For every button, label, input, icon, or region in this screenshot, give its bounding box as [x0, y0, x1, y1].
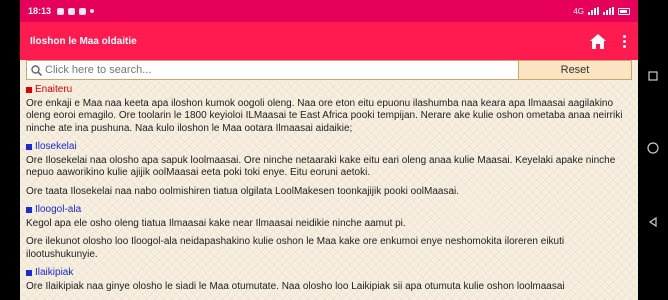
home-icon — [590, 33, 606, 49]
search-input[interactable] — [42, 64, 518, 76]
search-bar: Reset — [26, 60, 632, 80]
section-paragraph: Kegol apa ele osho oleng tiatua Ilmaasai… — [26, 217, 406, 229]
nav-icons — [638, 0, 668, 300]
content-section: Ilosekelai Ore Ilosekelai naa olosho apa … — [26, 141, 628, 198]
more-vert-icon — [622, 34, 626, 38]
app-title: Iloshon le Maa oldaitie — [30, 35, 137, 47]
sections-list: Enaiteru Ore enkaji e Maa naa keeta apa i… — [26, 84, 628, 293]
section-heading-text: Iloogol-ala — [35, 204, 82, 215]
content-section: Iloogol-ala Kegol apa ele osho oleng tiat… — [26, 204, 628, 261]
home-nav-button[interactable] — [647, 141, 659, 159]
back-button[interactable] — [648, 214, 658, 232]
search-field-wrap — [27, 61, 519, 79]
section-paragraph: Ore taata Ilosekelai naa nabo oolmishire… — [26, 185, 460, 197]
search-icon — [31, 64, 42, 76]
notification-icon — [68, 7, 76, 15]
app-screen: 18:13 4G Iloshon le Maa oldaitie Click h… — [20, 0, 638, 300]
left-bezel — [0, 0, 20, 300]
network-type: 4G — [573, 6, 584, 16]
status-time: 18:13 — [28, 6, 52, 16]
back-icon — [648, 217, 657, 228]
bullet-square-icon — [26, 270, 32, 277]
article-content[interactable]: Enaiteru Ore enkaji e Maa naa keeta apa i… — [20, 82, 638, 300]
device-frame: 18:13 4G Iloshon le Maa oldaitie Click h… — [0, 0, 668, 300]
section-heading: Enaiteru — [26, 84, 628, 97]
section-heading: Ilosekelai — [26, 141, 628, 154]
notification-icon — [57, 7, 65, 15]
notification-icons — [57, 7, 95, 15]
status-bar: 18:13 4G — [20, 0, 638, 22]
app-bar: Iloshon le Maa oldaitie — [20, 22, 638, 60]
bullet-square-icon — [26, 207, 32, 214]
content-section: Enaiteru Ore enkaji e Maa naa keeta apa i… — [26, 84, 628, 135]
navigation-bar — [638, 0, 668, 300]
battery-icon — [618, 7, 630, 15]
section-paragraph: Ore ilekunot olosho loo Iloogol-ala neid… — [26, 236, 565, 260]
section-heading: Iloogol-ala — [26, 204, 628, 217]
signal-icon — [588, 7, 599, 15]
recents-icon — [648, 71, 658, 81]
notification-dot-icon — [90, 9, 95, 13]
app-bar-actions — [590, 33, 628, 49]
section-heading: Ilaikipiak — [26, 267, 628, 280]
content-section: Ilaikipiak Ore Ilaikipiak naa ginye olosh… — [26, 267, 628, 293]
bullet-square-icon — [26, 144, 32, 151]
section-heading-text: Ilaikipiak — [35, 267, 74, 278]
recents-button[interactable] — [648, 68, 658, 86]
home-nav-icon — [647, 142, 659, 154]
notification-icon — [79, 7, 87, 15]
section-heading-text: Ilosekelai — [35, 141, 77, 152]
signal-icon — [603, 7, 614, 15]
section-paragraph: Ore enkaji e Maa naa keeta apa iloshon k… — [26, 97, 623, 134]
reset-button[interactable]: Reset — [519, 61, 631, 79]
section-heading-text: Enaiteru — [35, 84, 73, 95]
section-paragraph: Ore Ilosekelai naa olosho apa sapuk lool… — [26, 154, 616, 179]
bullet-square-icon — [26, 87, 32, 94]
more-options-button[interactable] — [620, 34, 628, 48]
status-right: 4G — [573, 7, 630, 16]
section-paragraph: Ore Ilaikipiak naa ginye olosho le siadi… — [26, 280, 565, 292]
home-button[interactable] — [590, 33, 606, 49]
